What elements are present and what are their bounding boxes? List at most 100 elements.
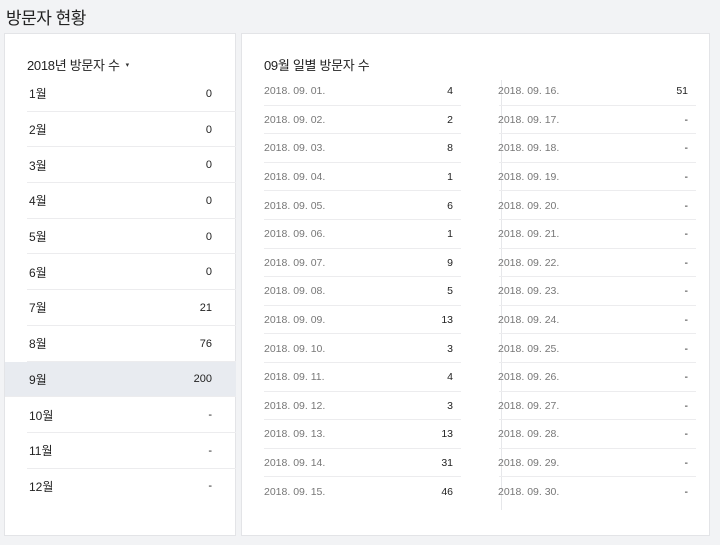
day-date: 2018. 09. 10. (264, 342, 326, 355)
day-date: 2018. 09. 24. (498, 314, 560, 327)
day-date: 2018. 09. 25. (498, 342, 560, 355)
day-visitor-count: - (684, 142, 689, 155)
day-visitor-count: - (684, 314, 689, 327)
month-row[interactable]: 7월 21 (5, 290, 236, 326)
month-row[interactable]: 1월 0 (5, 76, 236, 112)
month-label: 7월 (29, 301, 47, 316)
day-visitor-count: - (684, 256, 689, 269)
caret-down-icon: ▾ (125, 61, 130, 69)
month-row[interactable]: 6월 0 (5, 254, 236, 290)
daily-visitors-title: 09월 일별 방문자 수 (264, 58, 370, 73)
day-row: 2018. 09. 22. - (477, 249, 710, 278)
month-visitor-count: 0 (205, 266, 212, 279)
month-label: 6월 (29, 265, 47, 280)
day-row: 2018. 09. 07. 9 (242, 249, 475, 278)
day-visitor-count: 6 (447, 199, 453, 212)
day-visitor-count: 46 (441, 485, 453, 498)
page-title: 방문자 현황 (6, 9, 86, 28)
month-row[interactable]: 3월 0 (5, 147, 236, 183)
day-visitor-count: - (684, 171, 689, 184)
month-visitor-count: - (208, 444, 212, 457)
day-date: 2018. 09. 29. (498, 457, 560, 470)
day-visitor-count: 13 (441, 314, 453, 327)
day-visitor-count: 8 (447, 142, 453, 155)
month-visitor-count: 0 (205, 194, 212, 207)
month-visitor-count: - (208, 409, 212, 422)
day-row: 2018. 09. 20. - (477, 191, 710, 220)
month-row[interactable]: 2월 0 (5, 112, 236, 148)
day-visitor-count: 3 (447, 399, 453, 412)
day-row: 2018. 09. 29. - (477, 449, 710, 478)
day-visitor-count: - (684, 113, 689, 126)
day-row: 2018. 09. 30. - (477, 477, 710, 506)
month-row-content: 7월 21 (5, 290, 236, 326)
month-visitor-count: - (208, 480, 212, 493)
month-row[interactable]: 10월 - (5, 397, 236, 433)
month-list: 1월 0 2월 0 3월 0 4월 0 5월 0 6월 0 7월 21 8월 76 9월 200 10월 -11월 -1… (5, 76, 236, 504)
day-visitor-count: - (684, 428, 689, 441)
day-row: 2018. 09. 10. 3 (242, 334, 475, 363)
month-row-content: 3월 0 (5, 147, 236, 183)
day-row: 2018. 09. 13. 13 (242, 420, 475, 449)
month-row[interactable]: 4월 0 (5, 183, 236, 219)
day-row: 2018. 09. 26. - (477, 363, 710, 392)
month-label: 10월 (29, 408, 54, 423)
month-row[interactable]: 8월 76 (5, 326, 236, 362)
day-visitor-count: 31 (441, 457, 453, 470)
day-visitor-count: 4 (447, 371, 453, 384)
month-row-content: 5월 0 (5, 219, 236, 255)
day-date: 2018. 09. 28. (498, 428, 560, 441)
month-row[interactable]: 9월 200 (5, 361, 236, 398)
month-row[interactable]: 12월 - (5, 469, 236, 505)
month-row[interactable]: 11월 - (5, 433, 236, 469)
day-date: 2018. 09. 26. (498, 371, 560, 384)
month-label: 2월 (29, 123, 47, 138)
month-label: 5월 (29, 230, 47, 245)
month-visitor-count: 21 (199, 301, 212, 314)
day-visitor-count: - (684, 485, 689, 498)
year-selector-label: 2018년 방문자 수 (27, 58, 120, 73)
day-row: 2018. 09. 02. 2 (242, 106, 475, 135)
day-date: 2018. 09. 07. (264, 256, 326, 269)
day-visitor-count: 51 (676, 85, 688, 98)
day-date: 2018. 09. 09. (264, 314, 326, 327)
day-date: 2018. 09. 01. (264, 85, 326, 98)
day-date: 2018. 09. 04. (264, 171, 326, 184)
day-visitor-count: 1 (447, 171, 453, 184)
month-row[interactable]: 5월 0 (5, 219, 236, 255)
day-date: 2018. 09. 23. (498, 285, 560, 298)
year-selector[interactable]: 2018년 방문자 수 ▾ (27, 55, 129, 74)
day-date: 2018. 09. 05. (264, 199, 326, 212)
day-row: 2018. 09. 05. 6 (242, 191, 475, 220)
month-label: 8월 (29, 337, 47, 352)
month-label: 4월 (29, 194, 47, 209)
day-date: 2018. 09. 17. (498, 113, 560, 126)
day-row: 2018. 09. 14. 31 (242, 449, 475, 478)
day-date: 2018. 09. 03. (264, 142, 326, 155)
day-visitor-count: - (684, 457, 689, 470)
day-row: 2018. 09. 19. - (477, 163, 710, 192)
day-visitor-count: - (684, 228, 689, 241)
daily-list-right: 2018. 09. 16. 51 2018. 09. 17. - 2018. 09. 1… (477, 77, 696, 506)
monthly-visitors-panel: 2018년 방문자 수 ▾ 1월 0 2월 0 3월 0 4월 0 5월 0 6월 0 7월 21 8월 76… (4, 33, 236, 536)
day-visitor-count: 4 (447, 85, 453, 98)
month-visitor-count: 0 (205, 159, 212, 172)
day-row: 2018. 09. 03. 8 (242, 134, 475, 163)
day-date: 2018. 09. 11. (264, 371, 325, 384)
day-visitor-count: - (684, 199, 689, 212)
day-row: 2018. 09. 09. 13 (242, 306, 475, 335)
month-row-content: 10월 - (5, 397, 236, 433)
month-visitor-count: 76 (199, 337, 212, 350)
month-row-content: 1월 0 (5, 76, 236, 112)
day-visitor-count: 2 (447, 113, 453, 126)
month-row-content: 11월 - (5, 433, 236, 469)
day-date: 2018. 09. 30. (498, 485, 560, 498)
day-row: 2018. 09. 01. 4 (242, 77, 475, 106)
day-date: 2018. 09. 16. (498, 85, 560, 98)
day-row: 2018. 09. 28. - (477, 420, 710, 449)
day-date: 2018. 09. 02. (264, 113, 326, 126)
day-visitor-count: 1 (447, 228, 453, 241)
month-visitor-count: 200 (193, 373, 212, 386)
day-visitor-count: - (684, 285, 689, 298)
month-label: 11월 (29, 444, 53, 459)
